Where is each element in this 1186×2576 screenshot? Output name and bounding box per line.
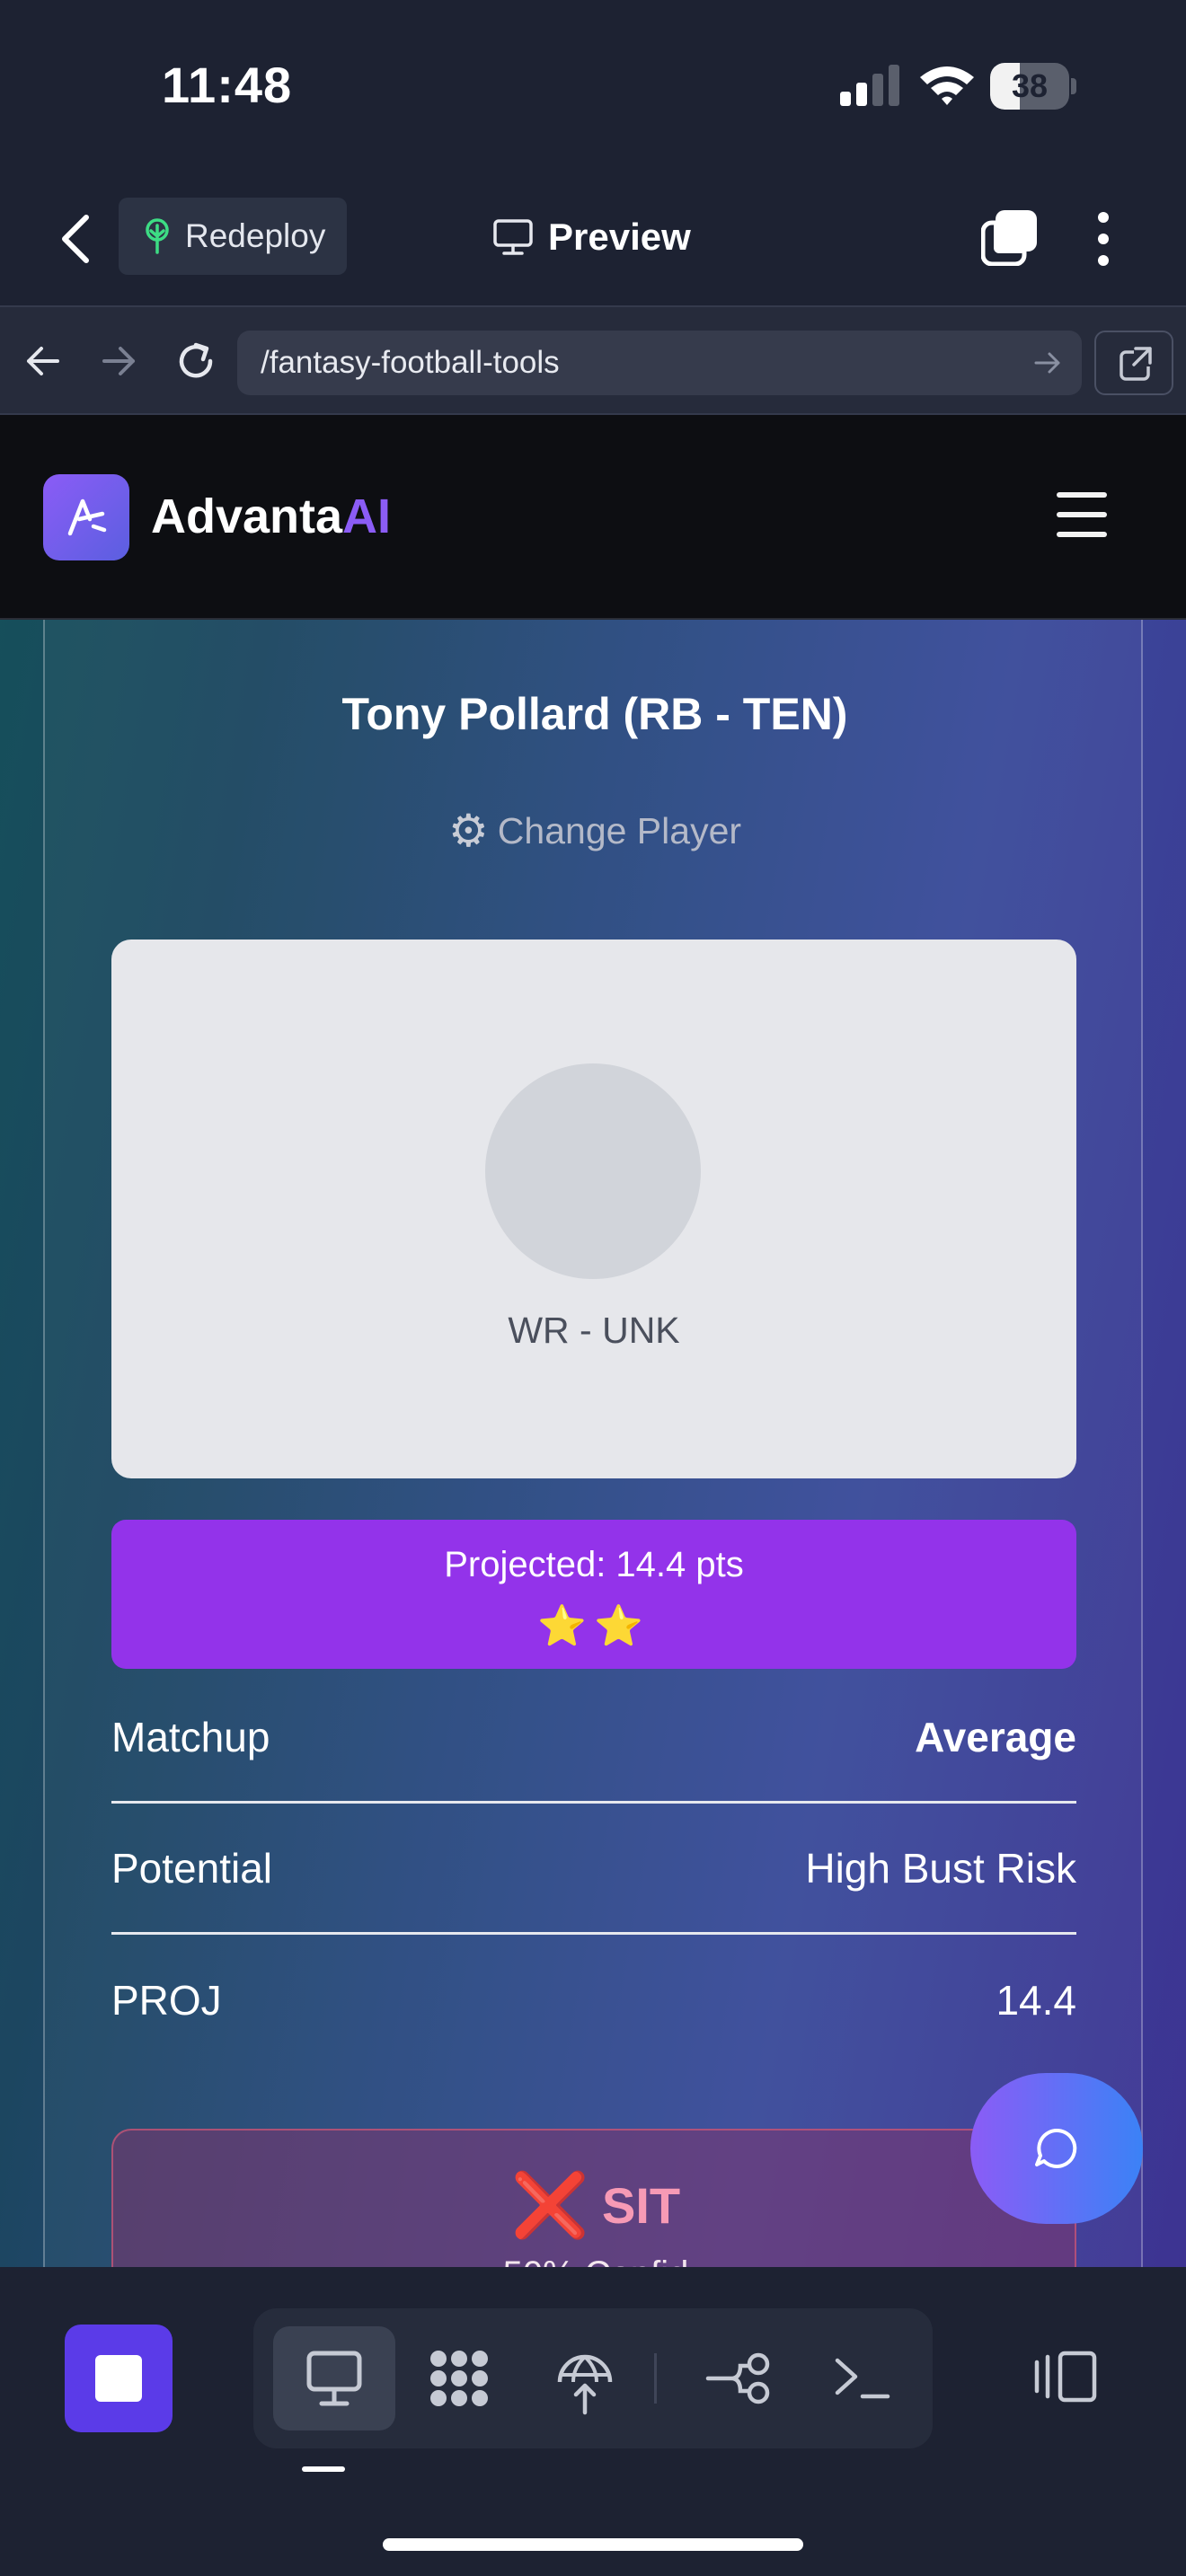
- stat-value: 14.4: [996, 1977, 1076, 2024]
- app-header: Redeploy Preview: [0, 171, 1186, 305]
- battery-icon: 38: [990, 63, 1076, 110]
- home-indicator: [383, 2538, 803, 2551]
- stop-button[interactable]: [65, 2325, 173, 2432]
- globe-upload-icon[interactable]: [546, 2339, 624, 2418]
- active-tab-indicator: [302, 2466, 345, 2472]
- chat-bubble-icon: [1035, 2128, 1077, 2168]
- preview-title: Preview: [492, 208, 691, 266]
- dots-grid-icon[interactable]: [419, 2339, 500, 2418]
- signal-icon: [840, 65, 899, 106]
- stat-row-potential: Potential High Bust Risk: [111, 1804, 1076, 1935]
- more-vertical-icon[interactable]: [1087, 210, 1120, 268]
- stat-value: Average: [915, 1713, 1076, 1760]
- url-bar: /fantasy-football-tools: [0, 305, 1186, 415]
- status-bar: 11:48 38: [0, 0, 1186, 171]
- confidence-text: 50% Confid: [113, 2254, 1078, 2267]
- web-viewport: AdvantaAI Tony Pollard (RB - TEN) ⚙ Chan…: [0, 415, 1186, 2267]
- wifi-icon: [920, 66, 974, 105]
- battery-level: 38: [1011, 67, 1049, 104]
- stat-label: PROJ: [111, 1977, 222, 2024]
- star-rating: ⭐⭐: [537, 1604, 651, 1648]
- change-player-button[interactable]: ⚙ Change Player: [45, 805, 1145, 857]
- stat-value: High Bust Risk: [805, 1844, 1076, 1892]
- verdict-label: ❌ SIT: [113, 2174, 1078, 2236]
- desktop-tab[interactable]: [273, 2326, 395, 2430]
- chat-button[interactable]: [970, 2073, 1143, 2224]
- stat-row-matchup: Matchup Average: [111, 1672, 1076, 1804]
- stat-row-proj: PROJ 14.4: [111, 1935, 1076, 2066]
- bottom-toolbar: [0, 2267, 1186, 2576]
- stop-icon: [95, 2355, 142, 2402]
- toolbar-divider: [654, 2353, 657, 2404]
- reload-icon[interactable]: [174, 340, 217, 383]
- logo-icon: [67, 498, 107, 536]
- arrow-go-icon[interactable]: [1033, 348, 1062, 377]
- cross-icon: ❌: [510, 2170, 590, 2240]
- status-time: 11:48: [162, 57, 293, 113]
- terminal-icon[interactable]: [825, 2339, 900, 2418]
- site-header: AdvantaAI: [0, 415, 1186, 620]
- redeploy-button[interactable]: Redeploy: [119, 198, 347, 275]
- player-name: Tony Pollard (RB - TEN): [341, 689, 848, 739]
- gear-icon: ⚙: [447, 806, 489, 856]
- projected-points: Projected: 14.4 pts: [444, 1545, 744, 1584]
- brand-prefix: Advanta: [151, 490, 343, 543]
- external-link-icon: [1120, 347, 1154, 381]
- desktop-icon: [306, 2351, 362, 2406]
- brand-suffix: AI: [342, 490, 392, 543]
- tabs-icon[interactable]: [981, 208, 1039, 266]
- hamburger-menu-icon[interactable]: [1057, 492, 1107, 537]
- panel-toggle-icon[interactable]: [1033, 2348, 1098, 2405]
- tree-icon: [146, 218, 169, 254]
- stat-label: Matchup: [111, 1713, 270, 1760]
- back-icon[interactable]: [54, 214, 99, 264]
- avatar-placeholder: [485, 1063, 701, 1279]
- monitor-icon: [493, 219, 533, 255]
- player-card: Tony Pollard (RB - TEN) ⚙ Change Player …: [43, 620, 1143, 2267]
- arrow-right-icon[interactable]: [101, 343, 137, 379]
- site-brand[interactable]: AdvantaAI: [151, 489, 391, 544]
- photo-position-label: WR - UNK: [508, 1310, 680, 1351]
- change-player-label: Change Player: [497, 809, 742, 851]
- preview-label: Preview: [548, 216, 691, 258]
- redeploy-label: Redeploy: [185, 217, 326, 254]
- arrow-left-icon[interactable]: [25, 343, 61, 379]
- projected-points-box: Projected: 14.4 pts ⭐⭐: [111, 1520, 1076, 1669]
- url-input[interactable]: /fantasy-football-tools: [237, 331, 1082, 395]
- verdict-text: SIT: [602, 2176, 681, 2234]
- branch-icon[interactable]: [701, 2339, 776, 2418]
- player-photo: WR - UNK: [111, 940, 1076, 1478]
- open-external-button[interactable]: [1094, 331, 1173, 395]
- site-logo[interactable]: [43, 474, 129, 560]
- verdict-box: ❌ SIT 50% Confid: [111, 2129, 1076, 2267]
- stat-label: Potential: [111, 1844, 273, 1892]
- tool-group: [253, 2308, 933, 2448]
